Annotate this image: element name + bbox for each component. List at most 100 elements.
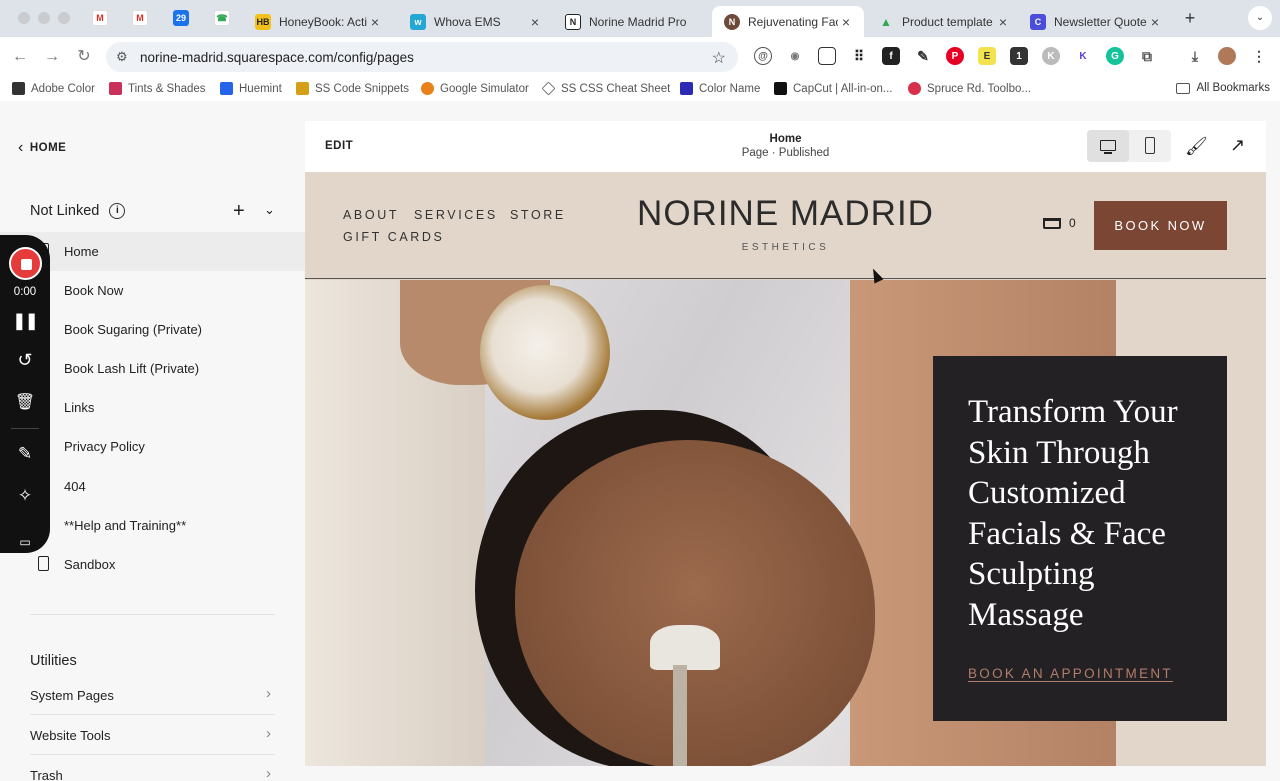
close-icon[interactable]: × [367, 14, 383, 30]
page-label: Book Lash Lift (Private) [64, 361, 200, 376]
gmail-icon[interactable]: M [92, 10, 108, 26]
mobile-view-button[interactable] [1129, 130, 1171, 162]
info-icon[interactable]: i [109, 203, 126, 219]
hero-text-card: Transform Your Skin Through Customized F… [933, 356, 1227, 721]
utility-website-tools[interactable]: Website Tools › [30, 715, 275, 755]
bookmark-google-simulator[interactable]: Google Simulator [421, 82, 529, 95]
utility-label: Trash [30, 768, 63, 781]
gmail-icon[interactable]: M [132, 10, 148, 26]
utility-system-pages[interactable]: System Pages › [30, 675, 275, 715]
chevron-right-icon: › [266, 685, 271, 702]
book-now-button[interactable]: BOOK NOW [1094, 201, 1227, 250]
calendar-icon[interactable]: 29 [173, 10, 189, 26]
camera-icon[interactable]: ◉ [786, 47, 804, 65]
open-in-new-window-icon[interactable]: ↗ [1230, 135, 1245, 156]
bookmark-label: SS CSS Cheat Sheet [561, 82, 671, 95]
utility-label: Website Tools [30, 728, 111, 743]
stop-recording-button[interactable] [9, 247, 42, 280]
forward-arrow-icon[interactable]: → [42, 47, 62, 67]
puzzle-icon[interactable]: ⧉ [1138, 47, 1156, 65]
google-drive-icon: ▲ [880, 14, 892, 29]
bookmark-label: Spruce Rd. Toolbo... [927, 82, 1031, 95]
close-icon[interactable]: × [995, 14, 1011, 30]
page-item-sandbox[interactable]: Sandbox [0, 545, 305, 584]
apps-grid-icon[interactable]: ⠿ [850, 47, 868, 65]
extension-icon[interactable]: E [978, 47, 996, 65]
huemint-icon [220, 82, 233, 95]
magic-wand-icon[interactable]: ✧ [0, 486, 50, 506]
address-bar[interactable]: ⚙ norine-madrid.squarespace.com/config/p… [106, 42, 738, 72]
not-linked-header: Not Linked i [30, 203, 126, 219]
bookmark-tints-shades[interactable]: Tints & Shades [109, 82, 206, 95]
bookmark-spruce-rd[interactable]: Spruce Rd. Toolbo... [908, 82, 1031, 95]
page-label: Sandbox [64, 557, 116, 572]
avatar[interactable] [1218, 47, 1236, 65]
extension-icon[interactable]: K [1042, 47, 1060, 65]
extension-icon[interactable]: @ [754, 47, 772, 65]
restart-icon[interactable]: ↺ [0, 350, 50, 371]
utility-label: System Pages [30, 688, 114, 703]
grammarly-icon[interactable]: G [1106, 47, 1124, 65]
pinterest-icon[interactable]: P [946, 47, 964, 65]
honeybook-icon: HB [255, 13, 271, 30]
bookmark-ss-code-snippets[interactable]: SS Code Snippets [296, 82, 409, 95]
window-zoom-button[interactable] [58, 12, 70, 24]
utility-trash[interactable]: Trash › [30, 755, 275, 781]
tab-title: Product template [902, 14, 993, 29]
bookmark-ss-css-cheat-sheet[interactable]: SS CSS Cheat Sheet [541, 81, 671, 96]
window-close-button[interactable] [18, 12, 30, 24]
phone-icon[interactable]: ☎ [214, 10, 230, 26]
pencil-icon[interactable]: ✎ [0, 444, 50, 464]
bookmark-adobe-color[interactable]: Adobe Color [12, 82, 95, 95]
add-page-button[interactable]: + [233, 200, 245, 223]
trash-icon[interactable]: 🗑 [0, 392, 50, 412]
reload-icon[interactable]: ↻ [74, 47, 94, 67]
chevron-down-icon[interactable]: ⌄ [264, 202, 275, 218]
pause-icon[interactable]: ❚❚ [0, 311, 50, 331]
all-bookmarks-button[interactable]: All Bookmarks [1175, 82, 1271, 94]
extension-icon[interactable]: 1 [1010, 47, 1028, 65]
tab-title: Rejuvenating Faci [748, 14, 838, 29]
desktop-icon [1100, 140, 1116, 151]
bookmark-huemint[interactable]: Huemint [220, 82, 282, 95]
bookmark-capcut[interactable]: CapCut | All-in-on... [774, 82, 893, 95]
close-icon[interactable]: × [1147, 14, 1163, 30]
site-styles-brush-icon[interactable]: 🖌 [1185, 136, 1208, 157]
bookmark-label: Huemint [239, 82, 282, 95]
url-text[interactable]: norine-madrid.squarespace.com/config/pag… [140, 50, 414, 65]
tints-shades-icon [109, 82, 122, 95]
extension-icon[interactable]: K [1074, 47, 1092, 65]
camera-icon[interactable]: ▭ [0, 535, 50, 549]
hero-section: Transform Your Skin Through Customized F… [305, 280, 1266, 766]
download-icon[interactable]: ⤓ [1186, 47, 1204, 65]
all-bookmarks-label: All Bookmarks [1196, 82, 1271, 94]
fontface-icon[interactable]: f [882, 47, 900, 65]
color-name-icon [680, 82, 693, 95]
close-icon[interactable]: × [838, 14, 854, 30]
page-label: Book Sugaring (Private) [64, 322, 203, 337]
menu-icon[interactable]: ⋮ [1250, 47, 1268, 65]
book-appointment-link[interactable]: BOOK AN APPOINTMENT [968, 666, 1173, 681]
bookmark-color-name[interactable]: Color Name [680, 82, 760, 95]
back-arrow-icon[interactable]: ← [10, 47, 30, 67]
tab-whova[interactable]: w Whova EMS × [398, 6, 553, 37]
page-label: **Help and Training** [64, 518, 187, 533]
bookmark-star-icon[interactable]: ☆ [712, 48, 726, 68]
tab-product-template[interactable]: ▲ Product template × [866, 6, 1021, 37]
eyedropper-icon[interactable]: ✎ [914, 47, 932, 65]
site-settings-icon[interactable]: ⚙ [116, 49, 128, 65]
window-minimize-button[interactable] [38, 12, 50, 24]
tab-newsletter-quote[interactable]: C Newsletter Quote × [1018, 6, 1173, 37]
screenshot-icon[interactable] [818, 47, 836, 65]
tab-search-icon[interactable]: ⌄ [1248, 6, 1272, 30]
page-icon [38, 556, 49, 571]
tab-norine-madrid-project[interactable]: N Norine Madrid Pro [553, 6, 710, 37]
tab-honeybook[interactable]: HB HoneyBook: Activ × [243, 6, 393, 37]
close-icon[interactable]: × [527, 14, 543, 30]
new-tab-button[interactable]: + [1180, 8, 1200, 28]
tab-rejuvenating-facials[interactable]: N Rejuvenating Faci × [712, 6, 864, 37]
canva-icon: C [1030, 13, 1046, 30]
desktop-view-button[interactable] [1087, 130, 1129, 162]
back-home-link[interactable]: ‹ HOME [18, 139, 66, 157]
cart-button[interactable]: 0 [1043, 216, 1076, 230]
